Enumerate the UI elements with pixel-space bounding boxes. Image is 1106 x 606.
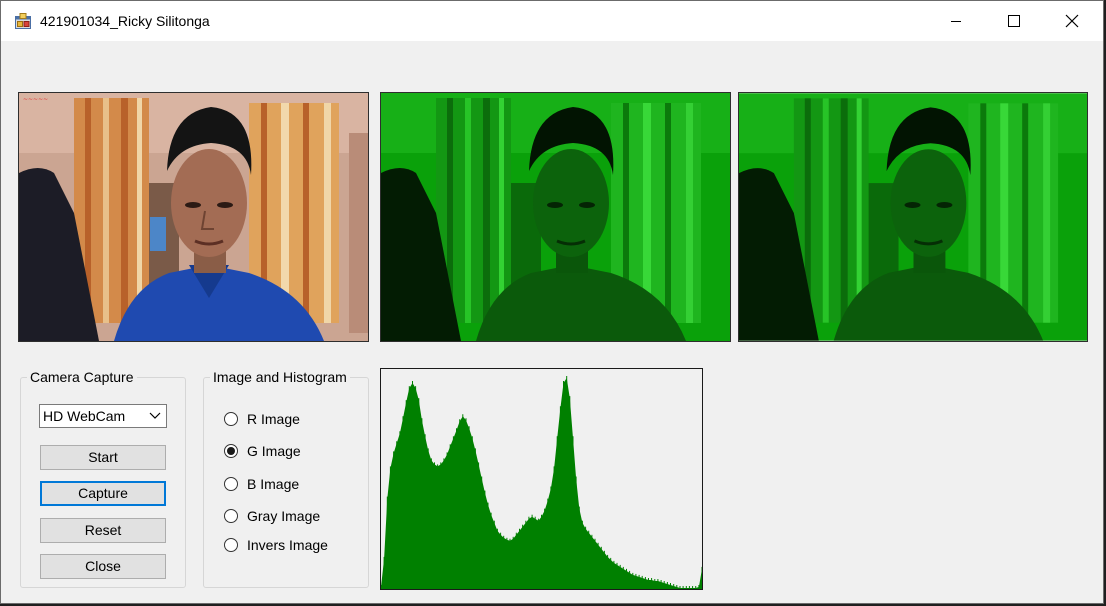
app-icon xyxy=(15,13,31,29)
image-histogram-group-title: Image and Histogram xyxy=(210,369,350,385)
title-bar[interactable]: 421901034_Ricky Silitonga xyxy=(1,1,1103,41)
histogram-chart xyxy=(381,376,702,589)
result-picture-box xyxy=(738,92,1088,342)
radio-button-indicator[interactable] xyxy=(224,444,238,458)
radio-r-image[interactable]: R Image xyxy=(224,409,300,429)
webcam-photo: ~~~~~ xyxy=(19,93,368,341)
original-picture-box: ~~~~~ xyxy=(18,92,369,342)
app-window: 421901034_Ricky Silitonga ~~~~~ Camera C… xyxy=(0,0,1104,604)
reset-button[interactable]: Reset xyxy=(40,518,166,543)
radio-g-image[interactable]: G Image xyxy=(224,441,301,461)
close-button[interactable]: Close xyxy=(40,554,166,579)
radio-gray-image[interactable]: Gray Image xyxy=(224,506,320,526)
radio-button-indicator[interactable] xyxy=(224,477,238,491)
radio-label: G Image xyxy=(247,443,301,459)
radio-invers-image[interactable]: Invers Image xyxy=(224,535,328,555)
svg-text:~~~~~: ~~~~~ xyxy=(23,96,48,103)
minimize-button[interactable] xyxy=(933,1,979,41)
radio-button-indicator[interactable] xyxy=(224,538,238,552)
camera-device-value: HD WebCam xyxy=(43,408,126,424)
maximize-button[interactable] xyxy=(991,1,1037,41)
radio-label: Invers Image xyxy=(247,537,328,553)
close-icon xyxy=(1065,14,1079,28)
channel-picture-box xyxy=(380,92,731,342)
camera-device-select[interactable]: HD WebCam xyxy=(39,404,167,428)
histogram-picture-box xyxy=(380,368,703,590)
radio-label: Gray Image xyxy=(247,508,321,524)
camera-capture-group: Camera Capture HD WebCam Start Capture R… xyxy=(20,369,186,588)
chevron-down-icon xyxy=(149,412,161,419)
radio-button-indicator[interactable] xyxy=(224,509,238,523)
minimize-icon xyxy=(951,21,961,22)
capture-button[interactable]: Capture xyxy=(40,481,166,506)
green-channel-photo xyxy=(739,93,1087,341)
radio-button-indicator[interactable] xyxy=(224,412,238,426)
radio-label: R Image xyxy=(247,411,300,427)
window-title: 421901034_Ricky Silitonga xyxy=(40,13,210,29)
image-histogram-group: Image and Histogram R Image G Image B Im… xyxy=(203,369,369,588)
radio-label: B Image xyxy=(247,476,300,492)
green-channel-photo xyxy=(381,93,730,341)
start-button[interactable]: Start xyxy=(40,445,166,470)
close-window-button[interactable] xyxy=(1049,1,1095,41)
camera-capture-group-title: Camera Capture xyxy=(27,369,137,385)
maximize-icon xyxy=(1008,15,1020,27)
radio-b-image[interactable]: B Image xyxy=(224,474,299,494)
